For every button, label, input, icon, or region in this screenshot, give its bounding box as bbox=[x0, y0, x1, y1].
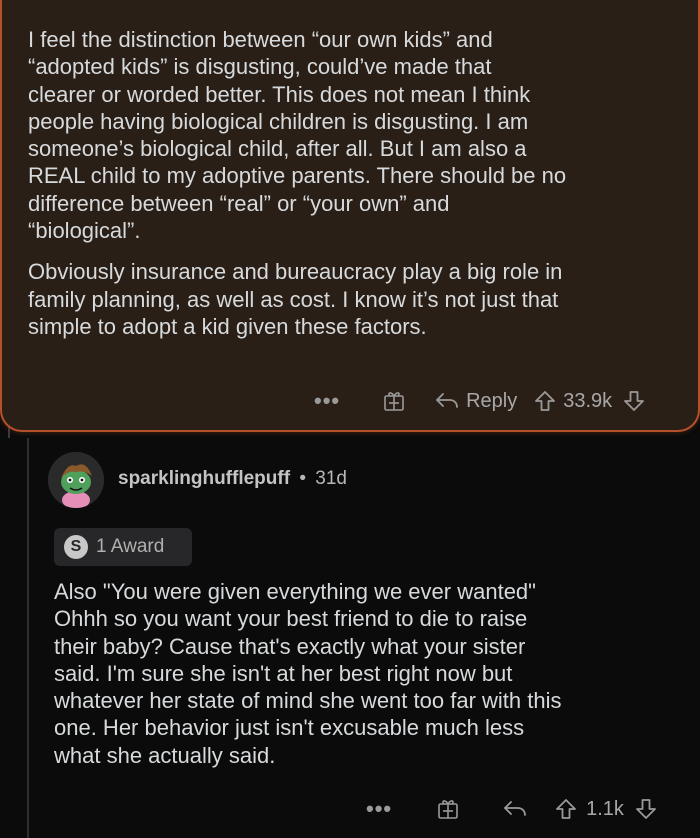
reply-comment-actions: ••• 1.1k bbox=[366, 796, 658, 822]
parent-comment-actions: ••• Reply 33.9k bbox=[314, 388, 646, 414]
upvote-button[interactable] bbox=[533, 389, 557, 413]
give-award-button[interactable] bbox=[436, 797, 460, 821]
author-username[interactable]: sparklinghufflepuff bbox=[118, 468, 290, 489]
downvote-button[interactable] bbox=[622, 389, 646, 413]
more-options-button[interactable]: ••• bbox=[366, 796, 392, 822]
gift-icon bbox=[384, 392, 404, 411]
upvote-arrow-icon bbox=[535, 391, 556, 411]
reply-comment-body: Also "You were given everything we ever … bbox=[54, 578, 694, 783]
give-award-button[interactable] bbox=[382, 389, 406, 413]
comment-meta: sparklinghufflepuff • 31d bbox=[118, 468, 347, 490]
meta-separator: • bbox=[299, 468, 306, 489]
gift-icon bbox=[438, 800, 458, 819]
vote-score: 1.1k bbox=[586, 797, 624, 820]
parent-comment-paragraph-1: I feel the distinction between “our own … bbox=[28, 27, 567, 244]
reply-arrow-icon bbox=[504, 801, 527, 816]
reply-arrow-icon bbox=[436, 393, 459, 408]
upvote-arrow-icon bbox=[556, 799, 577, 819]
downvote-arrow-icon bbox=[624, 391, 645, 411]
vote-score: 33.9k bbox=[563, 389, 613, 412]
reply-comment-paragraph: Also "You were given everything we ever … bbox=[54, 579, 562, 768]
reply-thread-line[interactable] bbox=[27, 438, 29, 838]
snoo-avatar-icon bbox=[48, 452, 104, 508]
award-icon: S bbox=[64, 535, 88, 559]
award-label: 1 Award bbox=[96, 536, 165, 557]
reply-button[interactable] bbox=[502, 799, 528, 819]
more-options-button[interactable]: ••• bbox=[314, 388, 340, 414]
reply-button[interactable]: Reply bbox=[434, 390, 517, 413]
comment-age: 31d bbox=[315, 468, 347, 489]
reply-label: Reply bbox=[466, 389, 518, 412]
downvote-arrow-icon bbox=[636, 799, 656, 819]
upvote-button[interactable] bbox=[554, 797, 578, 821]
parent-comment-body: I feel the distinction between “our own … bbox=[28, 26, 688, 354]
award-badge[interactable]: S 1 Award bbox=[54, 528, 192, 566]
comment-thread: I feel the distinction between “our own … bbox=[0, 0, 700, 838]
parent-comment-paragraph-2: Obviously insurance and bureaucracy play… bbox=[28, 259, 563, 339]
downvote-button[interactable] bbox=[634, 797, 658, 821]
avatar[interactable] bbox=[48, 452, 104, 508]
